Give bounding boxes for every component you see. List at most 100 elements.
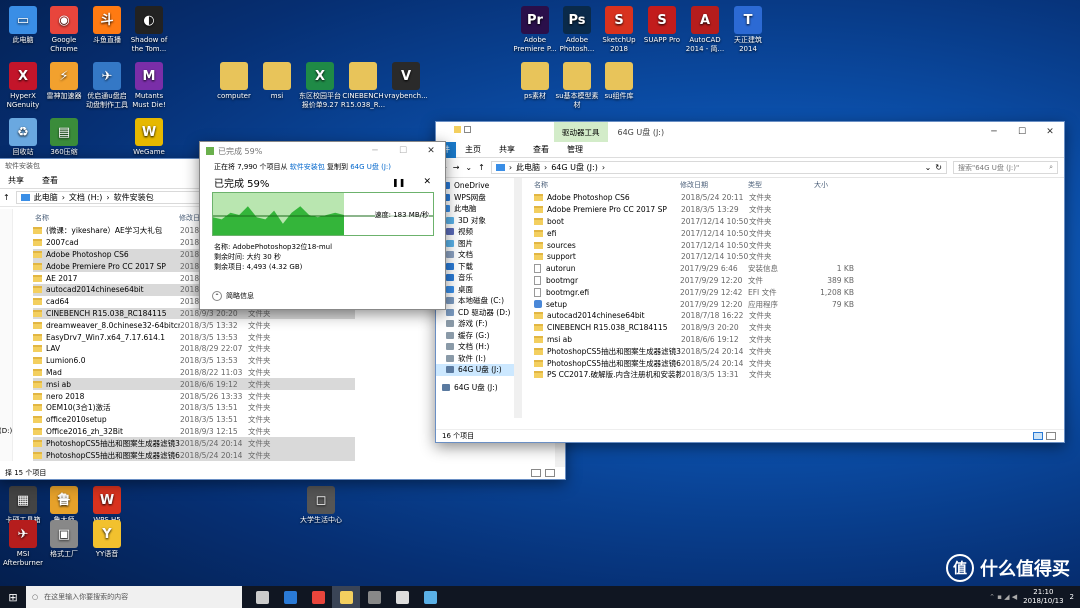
desktop-icon[interactable]: ♻ 回收站 bbox=[0, 118, 46, 157]
up-arrow-icon[interactable]: ↑ bbox=[3, 193, 10, 202]
recent-icon[interactable]: ⌄ bbox=[465, 163, 472, 172]
taskbar-search[interactable]: ○ 在这里输入你要搜索的内容 bbox=[26, 586, 242, 608]
table-row[interactable]: PS CC2017.破解版.内含注册机和安装教程 2018/3/5 13:31 文件… bbox=[534, 369, 1054, 381]
desktop-icon[interactable]: S SUAPP Pro bbox=[639, 6, 685, 45]
maximize-icon[interactable]: ☐ bbox=[389, 142, 417, 160]
desktop-icon[interactable]: su组件库 bbox=[596, 62, 642, 101]
table-row[interactable]: office2010setup 2018/3/5 13:51 文件夹 bbox=[33, 414, 355, 426]
file-explorer-taskbar-icon[interactable] bbox=[332, 586, 360, 608]
close-icon[interactable]: ✕ bbox=[417, 142, 445, 160]
desktop-icon[interactable]: ▭ 此电脑 bbox=[0, 6, 46, 45]
desktop-icon[interactable]: X HyperX NGenuity bbox=[0, 62, 46, 110]
desktop-icon[interactable]: X 东区校园平台报价单9.27 bbox=[297, 62, 343, 110]
context-tab[interactable]: 驱动器工具 bbox=[554, 122, 608, 142]
start-button[interactable]: ⊞ bbox=[0, 586, 26, 608]
desktop-icon[interactable]: computer bbox=[211, 62, 257, 101]
nav-item[interactable]: 文档 (H:) bbox=[436, 341, 516, 353]
tab-view[interactable]: 查看 bbox=[524, 144, 558, 155]
nav-item[interactable]: WPS网盘 bbox=[436, 192, 516, 204]
table-row[interactable]: msi ab 2018/6/6 19:12 文件夹 bbox=[534, 334, 1054, 346]
table-row[interactable]: OEM10(3合1)激活 2018/3/5 13:51 文件夹 bbox=[33, 402, 355, 414]
desktop-icon[interactable]: Ps Adobe Photosh... bbox=[554, 6, 600, 54]
drive-label[interactable]: (D:) bbox=[0, 427, 12, 435]
crumb-folder[interactable]: 软件安装包 bbox=[114, 192, 154, 203]
table-row[interactable]: Adobe Photoshop CS6 2018/5/24 20:11 文件夹 bbox=[534, 192, 1054, 204]
nav-item[interactable]: 此电脑 bbox=[436, 203, 516, 215]
tab-share[interactable]: 共享 bbox=[490, 144, 524, 155]
table-row[interactable]: PhotoshopCS5抽出和图案生成器滤镜6... 2018/5/24 20:1… bbox=[33, 449, 355, 461]
table-row[interactable]: PhotoshopCS5抽出和图案生成器滤镜6... 2018/5/24 20:1… bbox=[534, 357, 1054, 369]
table-row[interactable]: LAV 2018/8/29 22:07 文件夹 bbox=[33, 343, 355, 355]
nav-item[interactable]: 视频 bbox=[436, 226, 516, 238]
up-arrow-icon[interactable]: ↑ bbox=[478, 163, 485, 172]
thumbnail-view-icon[interactable] bbox=[545, 468, 555, 477]
nav-item[interactable]: CD 驱动器 (D:) bbox=[436, 307, 516, 319]
store-icon[interactable] bbox=[360, 586, 388, 608]
desktop-icon[interactable]: ⚡ 雷神加速器 bbox=[41, 62, 87, 101]
table-row[interactable]: EasyDrv7_Win7.x64_7.17.614.1 2018/3/5 13:… bbox=[33, 331, 355, 343]
table-row[interactable]: CINEBENCH R15.038_RC184115 2018/9/3 20:20… bbox=[534, 322, 1054, 334]
tab-view[interactable]: 查看 bbox=[33, 175, 67, 186]
table-row[interactable]: Lumion6.0 2018/3/5 13:53 文件夹 bbox=[33, 355, 355, 367]
clock[interactable]: 21:10 2018/10/13 bbox=[1023, 588, 1063, 606]
pause-icon[interactable]: ❚❚ bbox=[392, 178, 405, 187]
desktop-icon[interactable]: M Mutants Must Die! bbox=[126, 62, 172, 110]
table-row[interactable]: efi 2017/12/14 10:50 文件夹 bbox=[534, 227, 1054, 239]
crumb-drive[interactable]: 64G U盘 (J:) bbox=[551, 162, 598, 173]
desktop-icon[interactable]: ◉ Google Chrome bbox=[41, 6, 87, 54]
desktop-icon[interactable]: A AutoCAD 2014 - 简... bbox=[682, 6, 728, 54]
desktop-icon[interactable]: W WeGame bbox=[126, 118, 172, 157]
nav-item[interactable]: 64G U盘 (J:) bbox=[436, 364, 516, 376]
maximize-icon[interactable]: ☐ bbox=[1008, 122, 1036, 142]
chrome-taskbar-icon[interactable] bbox=[304, 586, 332, 608]
col-name[interactable]: 名称 bbox=[33, 213, 179, 223]
nav-item[interactable]: 下载 bbox=[436, 261, 516, 273]
nav-item[interactable]: 缓存 (G:) bbox=[436, 330, 516, 342]
breadcrumb[interactable]: › 此电脑 › 64G U盘 (J:) › ⌄ ↻ bbox=[490, 161, 947, 174]
details-view-icon[interactable] bbox=[531, 468, 541, 477]
crumb-drive[interactable]: 文档 (H:) bbox=[69, 192, 103, 203]
crumb-pc[interactable]: 此电脑 bbox=[516, 162, 540, 173]
desktop-icon[interactable]: ✈ MSI Afterburner bbox=[0, 520, 46, 568]
table-row[interactable]: setup 2017/9/29 12:20 应用程序 79 KB bbox=[534, 298, 1054, 310]
mail-icon[interactable] bbox=[388, 586, 416, 608]
nav-item[interactable]: OneDrive bbox=[436, 180, 516, 192]
details-toggle[interactable]: ⌃ 简略信息 bbox=[212, 291, 254, 301]
desktop-icon[interactable]: Y YY语音 bbox=[84, 520, 130, 559]
desktop-icon[interactable]: Vvraybench... bbox=[383, 62, 429, 101]
desktop-icon[interactable]: ◐ Shadow of the Tom... bbox=[126, 6, 172, 54]
table-row[interactable]: boot 2017/12/14 10:50 文件夹 bbox=[534, 216, 1054, 228]
network-app-icon[interactable] bbox=[416, 586, 444, 608]
table-row[interactable]: bootmgr 2017/9/29 12:20 文件 389 KB bbox=[534, 275, 1054, 287]
destination-link[interactable]: 64G U盘 (J:) bbox=[350, 163, 391, 171]
table-row[interactable]: Mad 2018/8/22 11:03 文件夹 bbox=[33, 367, 355, 379]
desktop-icon[interactable]: CINEBENCH R15.038_R... bbox=[340, 62, 386, 110]
nav-item[interactable]: 音乐 bbox=[436, 272, 516, 284]
table-row[interactable]: sources 2017/12/14 10:50 文件夹 bbox=[534, 239, 1054, 251]
table-row[interactable]: dreamweaver_8.0chinese32-64bitcrac...201… bbox=[33, 319, 355, 331]
col-size[interactable]: 大小 bbox=[814, 180, 864, 190]
refresh-icon[interactable]: ↻ bbox=[935, 163, 942, 172]
close-icon[interactable]: ✕ bbox=[1036, 122, 1064, 142]
desktop-icon[interactable]: S SketchUp 2018 bbox=[596, 6, 642, 54]
table-row[interactable]: Adobe Premiere Pro CC 2017 SP 2018/3/5 13… bbox=[534, 204, 1054, 216]
details-view-icon[interactable] bbox=[1033, 432, 1043, 440]
minimize-icon[interactable]: ─ bbox=[980, 122, 1008, 142]
nav-item[interactable]: 游戏 (F:) bbox=[436, 318, 516, 330]
table-row[interactable]: autocad2014chinese64bit 2018/7/18 16:22 文件… bbox=[534, 310, 1054, 322]
nav-item[interactable]: 本地磁盘 (C:) bbox=[436, 295, 516, 307]
desktop-icon[interactable]: su基本模型素材 bbox=[554, 62, 600, 110]
edge-icon[interactable] bbox=[276, 586, 304, 608]
table-row[interactable]: autorun 2017/9/29 6:46 安装信息 1 KB bbox=[534, 263, 1054, 275]
desktop-icon[interactable]: ▣ 格式工厂 bbox=[41, 520, 87, 559]
col-name[interactable]: 名称 bbox=[534, 180, 680, 190]
notification-badge[interactable]: 2 bbox=[1070, 593, 1074, 601]
table-row[interactable]: PhotoshopCS5抽出和图案生成器滤镜3... 2018/5/24 20:1… bbox=[33, 437, 355, 450]
table-row[interactable]: support 2017/12/14 10:50 文件夹 bbox=[534, 251, 1054, 263]
task-view-icon[interactable] bbox=[248, 586, 276, 608]
nav-scrollbar[interactable] bbox=[514, 178, 522, 418]
quick-access-icons[interactable] bbox=[436, 126, 484, 138]
desktop-icon[interactable]: ✈ 优启通u盘启动盘制作工具 bbox=[84, 62, 130, 110]
table-row[interactable]: nero 2018 2018/5/26 13:33 文件夹 bbox=[33, 390, 355, 402]
table-row[interactable]: bootmgr.efi 2017/9/29 12:42 EFI 文件 1,208 KB bbox=[534, 286, 1054, 298]
